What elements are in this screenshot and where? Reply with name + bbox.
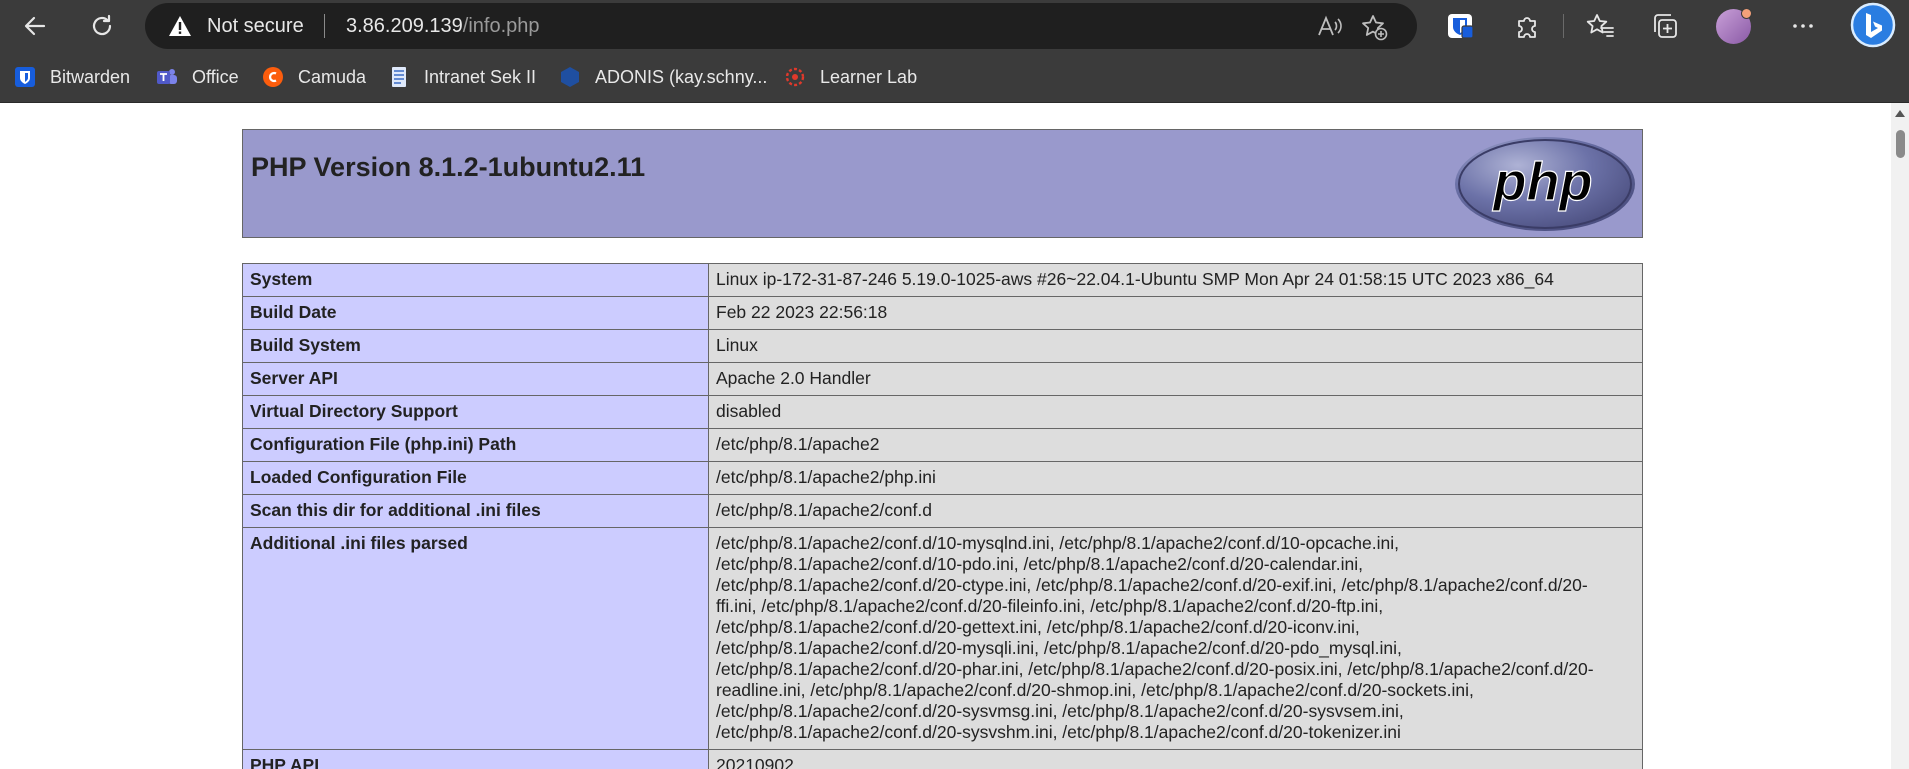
bookmark-label: ADONIS (kay.schny... — [595, 66, 768, 87]
bookmark-office[interactable]: Office — [156, 63, 239, 91]
read-aloud-icon — [1318, 15, 1342, 36]
aws-learner-lab-icon — [784, 66, 806, 88]
row-key: Configuration File (php.ini) Path — [242, 428, 709, 462]
page-title: PHP Version 8.1.2-1ubuntu2.11 — [251, 152, 646, 182]
warning-icon[interactable] — [168, 15, 192, 37]
ini-file-line: /etc/php/8.1/apache2/conf.d/20-gettext.i… — [716, 617, 1360, 637]
favorites-button[interactable] — [1585, 11, 1615, 41]
omnibox-divider — [324, 14, 325, 38]
table-row: System Linux ip-172-31-87-246 5.19.0-1025… — [242, 263, 1643, 297]
ini-file-line: /etc/php/8.1/apache2/conf.d/10-pdo.ini, … — [716, 554, 1363, 574]
bookmark-intranet-sek-ii[interactable]: Intranet Sek II — [388, 63, 536, 91]
row-key: PHP API — [242, 749, 709, 769]
row-key: Loaded Configuration File — [242, 461, 709, 495]
add-favorite-button[interactable] — [1360, 13, 1388, 41]
teams-icon — [156, 66, 178, 88]
puzzle-icon — [1518, 17, 1536, 38]
back-arrow-icon — [24, 16, 46, 36]
row-key: Virtual Directory Support — [242, 395, 709, 429]
row-key: Server API — [242, 362, 709, 396]
bookmark-camuda[interactable]: Camuda — [262, 63, 366, 91]
address-bar[interactable]: Not secure 3.86.209.139/info.php — [145, 3, 1417, 49]
row-key: Build Date — [242, 296, 709, 330]
row-value: Apache 2.0 Handler — [708, 362, 1643, 396]
row-value: Feb 22 2023 22:56:18 — [708, 296, 1643, 330]
bookmark-adonis[interactable]: ADONIS (kay.schny... — [559, 63, 767, 91]
bitwarden-shield-icon — [1448, 14, 1474, 39]
bing-copilot-icon[interactable] — [1848, 1, 1898, 51]
php-logo: php — [1455, 137, 1635, 231]
page-viewport: PHP Version 8.1.2-1ubuntu2.11 php System… — [0, 103, 1891, 769]
row-key: System — [242, 263, 709, 297]
star-add-icon — [1362, 15, 1388, 41]
scrollbar-thumb[interactable] — [1896, 130, 1905, 158]
ini-file-line: /etc/php/8.1/apache2/conf.d/20-mysqli.in… — [716, 638, 1402, 658]
url-path: /info.php — [462, 15, 540, 37]
table-row: Configuration File (php.ini) Path/etc/ph… — [242, 428, 1643, 462]
refresh-button[interactable] — [82, 6, 122, 46]
back-button[interactable] — [15, 6, 55, 46]
ellipsis-icon — [1793, 24, 1813, 28]
ini-file-line: ffi.ini, /etc/php/8.1/apache2/conf.d/20-… — [716, 596, 1384, 616]
table-row: Loaded Configuration File/etc/php/8.1/ap… — [242, 461, 1643, 495]
table-row: Server API Apache 2.0 Handler — [242, 362, 1643, 396]
security-status-label[interactable]: Not secure — [207, 15, 304, 38]
ini-file-line: readline.ini, /etc/php/8.1/apache2/conf.… — [716, 680, 1474, 700]
scroll-up-arrow-icon[interactable] — [1895, 110, 1905, 117]
extensions-button[interactable] — [1512, 11, 1542, 41]
php-version-header: PHP Version 8.1.2-1ubuntu2.11 php — [242, 129, 1643, 238]
collections-button[interactable] — [1650, 11, 1680, 41]
row-value: Linux ip-172-31-87-246 5.19.0-1025-aws #… — [708, 263, 1643, 297]
php-info-table: System Linux ip-172-31-87-246 5.19.0-1025… — [242, 263, 1643, 769]
row-value: 20210902 — [708, 749, 1643, 769]
ini-file-line: /etc/php/8.1/apache2/conf.d/10-mysqlnd.i… — [716, 533, 1399, 553]
table-row: Build Date Feb 22 2023 22:56:18 — [242, 296, 1643, 330]
read-aloud-button[interactable] — [1315, 13, 1343, 41]
bitwarden-extension-button[interactable] — [1445, 11, 1475, 41]
ini-file-line: /etc/php/8.1/apache2/conf.d/20-phar.ini,… — [716, 659, 1594, 679]
row-value: disabled — [708, 395, 1643, 429]
hexagon-icon — [559, 66, 581, 88]
camunda-icon — [262, 66, 284, 88]
browser-toolbar: Not secure 3.86.209.139/info.php — [0, 0, 1909, 51]
collections-icon — [1654, 14, 1677, 38]
table-row: PHP API 20210902 — [242, 749, 1643, 769]
bookmark-bitwarden[interactable]: Bitwarden — [14, 63, 130, 91]
toolbar-divider — [1563, 14, 1564, 38]
row-value: /etc/php/8.1/apache2 — [708, 428, 1643, 462]
ini-file-line: /etc/php/8.1/apache2/conf.d/20-sysvmsg.i… — [716, 701, 1404, 721]
bookmark-label: Office — [192, 66, 239, 87]
ini-file-line: /etc/php/8.1/apache2/conf.d/20-sysvshm.i… — [716, 722, 1401, 742]
profile-notification-dot — [1741, 8, 1752, 19]
bookmark-label: Camuda — [298, 66, 367, 87]
url-text[interactable]: 3.86.209.139/info.php — [346, 15, 540, 38]
row-value: /etc/php/8.1/apache2/php.ini — [708, 461, 1643, 495]
url-host: 3.86.209.139 — [346, 15, 463, 37]
row-value: Linux — [708, 329, 1643, 363]
document-icon — [388, 66, 410, 88]
bookmark-label: Bitwarden — [50, 66, 131, 87]
php-logo-text: php — [1492, 152, 1593, 212]
row-key: Additional .ini files parsed — [242, 527, 709, 750]
bookmark-label: Intranet Sek II — [424, 66, 537, 87]
vertical-scrollbar[interactable] — [1891, 103, 1909, 769]
row-key: Scan this dir for additional .ini files — [242, 494, 709, 528]
table-row: Virtual Directory Support disabled — [242, 395, 1643, 429]
row-value: /etc/php/8.1/apache2/conf.d/10-mysqlnd.i… — [708, 527, 1643, 750]
refresh-icon — [92, 14, 112, 36]
table-row: Build System Linux — [242, 329, 1643, 363]
favorites-list-icon — [1586, 14, 1614, 37]
bitwarden-icon — [14, 66, 36, 88]
bookmark-learner-lab[interactable]: Learner Lab — [784, 63, 917, 91]
more-menu-button[interactable] — [1788, 11, 1818, 41]
table-row: Scan this dir for additional .ini files /… — [242, 494, 1643, 528]
bookmark-label: Learner Lab — [820, 66, 918, 87]
bookmarks-bar: Bitwarden Office Camuda Intranet Sek II … — [0, 51, 1909, 103]
row-key: Build System — [242, 329, 709, 363]
table-row: Additional .ini files parsed/etc/php/8.1… — [242, 527, 1643, 750]
ini-file-line: /etc/php/8.1/apache2/conf.d/20-ctype.ini… — [716, 575, 1588, 595]
row-value: /etc/php/8.1/apache2/conf.d — [708, 494, 1643, 528]
